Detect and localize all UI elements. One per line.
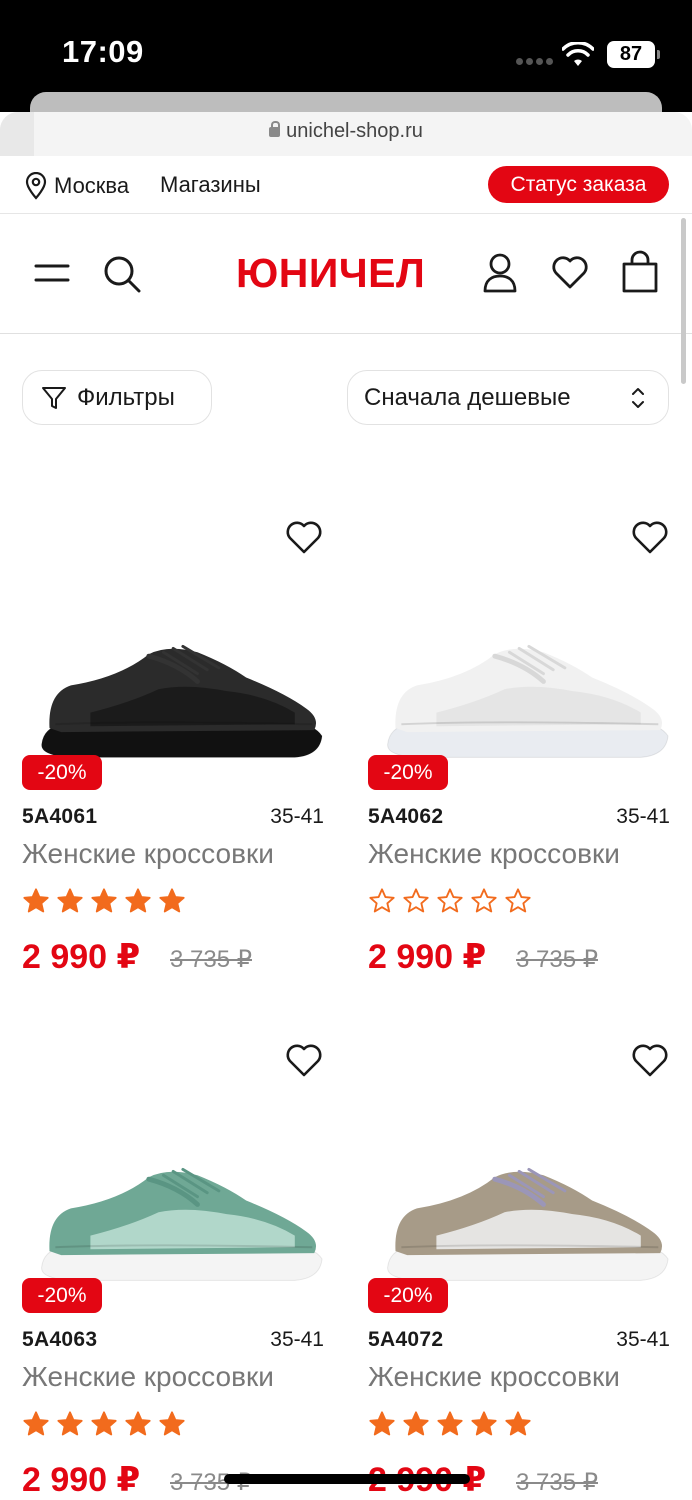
city-selector[interactable]: Москва bbox=[24, 172, 129, 200]
user-icon[interactable] bbox=[482, 252, 518, 294]
filters-button[interactable]: Фильтры bbox=[22, 370, 212, 425]
rating-star-icon bbox=[436, 887, 464, 915]
product-name[interactable]: Женские кроссовки bbox=[368, 1361, 620, 1393]
product-price: 2 990 ₽ bbox=[368, 938, 487, 976]
add-to-favorites-heart-icon[interactable] bbox=[284, 1040, 324, 1080]
battery-indicator: 87 bbox=[607, 41, 660, 68]
city-label: Москва bbox=[54, 173, 130, 198]
rating-star-icon bbox=[56, 1410, 84, 1438]
cellular-signal-icon bbox=[516, 58, 553, 66]
product-image[interactable] bbox=[378, 1156, 670, 1286]
discount-badge: -20% bbox=[22, 755, 102, 790]
page-scrollbar[interactable] bbox=[681, 218, 686, 384]
product-name[interactable]: Женские кроссовки bbox=[22, 1361, 274, 1393]
add-to-favorites-heart-icon[interactable] bbox=[284, 517, 324, 557]
rating-star-icon bbox=[368, 887, 396, 915]
product-old-price: 3 735 ₽ bbox=[516, 946, 598, 973]
filters-label: Фильтры bbox=[77, 383, 175, 411]
wifi-icon bbox=[562, 42, 594, 66]
product-image[interactable] bbox=[32, 633, 324, 763]
product-sku: 5A4063 bbox=[22, 1328, 98, 1351]
product-sizes: 35-41 bbox=[270, 805, 324, 828]
add-to-favorites-heart-icon[interactable] bbox=[630, 517, 670, 557]
product-sku: 5A4061 bbox=[22, 805, 98, 828]
product-old-price: 3 735 ₽ bbox=[516, 1469, 598, 1496]
discount-badge: -20% bbox=[22, 1278, 102, 1313]
product-card[interactable]: -20% 5A4061 35-41 Женские кроссовки 2 99… bbox=[22, 517, 324, 987]
search-icon[interactable] bbox=[102, 254, 142, 294]
rating-star-icon bbox=[402, 1410, 430, 1438]
product-card[interactable]: -20% 5A4072 35-41 Женские кроссовки 2 99… bbox=[368, 1040, 670, 1500]
product-rating bbox=[368, 1410, 532, 1438]
rating-star-icon bbox=[22, 1410, 50, 1438]
rating-star-icon bbox=[470, 1410, 498, 1438]
rating-star-icon bbox=[124, 1410, 152, 1438]
url-text: unichel-shop.ru bbox=[286, 120, 423, 142]
product-price: 2 990 ₽ bbox=[22, 938, 141, 976]
menu-icon[interactable] bbox=[34, 260, 70, 286]
rating-star-icon bbox=[124, 887, 152, 915]
stores-link[interactable]: Магазины bbox=[160, 172, 261, 198]
favorites-heart-icon[interactable] bbox=[550, 254, 590, 290]
product-name[interactable]: Женские кроссовки bbox=[368, 838, 620, 870]
rating-star-icon bbox=[368, 1410, 396, 1438]
funnel-icon bbox=[42, 386, 66, 409]
rating-star-icon bbox=[158, 887, 186, 915]
product-rating bbox=[368, 887, 532, 915]
product-sku: 5A4062 bbox=[368, 805, 444, 828]
product-image[interactable] bbox=[32, 1156, 324, 1286]
status-time: 17:09 bbox=[62, 34, 144, 69]
product-sku: 5A4072 bbox=[368, 1328, 444, 1351]
rating-star-icon bbox=[504, 1410, 532, 1438]
product-rating bbox=[22, 1410, 186, 1438]
rating-star-icon bbox=[436, 1410, 464, 1438]
rating-star-icon bbox=[504, 887, 532, 915]
rating-star-icon bbox=[22, 887, 50, 915]
rating-star-icon bbox=[90, 1410, 118, 1438]
discount-badge: -20% bbox=[368, 1278, 448, 1313]
top-info-bar: Москва Магазины Статус заказа bbox=[0, 156, 692, 214]
sort-label: Сначала дешевые bbox=[364, 383, 571, 411]
product-old-price: 3 735 ₽ bbox=[170, 946, 252, 973]
discount-badge: -20% bbox=[368, 755, 448, 790]
product-name[interactable]: Женские кроссовки bbox=[22, 838, 274, 870]
rating-star-icon bbox=[158, 1410, 186, 1438]
product-sizes: 35-41 bbox=[616, 805, 670, 828]
product-rating bbox=[22, 887, 186, 915]
rating-star-icon bbox=[470, 887, 498, 915]
home-indicator[interactable] bbox=[224, 1474, 470, 1484]
rating-star-icon bbox=[56, 887, 84, 915]
url-text-container[interactable]: unichel-shop.ru bbox=[0, 120, 692, 143]
chevron-up-down-icon bbox=[632, 388, 644, 408]
rating-star-icon bbox=[90, 887, 118, 915]
product-price: 2 990 ₽ bbox=[22, 1461, 141, 1499]
product-sizes: 35-41 bbox=[616, 1328, 670, 1351]
location-pin-icon bbox=[25, 172, 47, 200]
lock-icon bbox=[269, 121, 281, 137]
sort-select[interactable]: Сначала дешевые bbox=[347, 370, 669, 425]
order-status-button[interactable]: Статус заказа bbox=[488, 166, 669, 203]
shopping-bag-icon[interactable] bbox=[620, 250, 660, 294]
site-header: ЮНИЧЕЛ bbox=[0, 214, 692, 334]
product-card[interactable]: -20% 5A4063 35-41 Женские кроссовки 2 99… bbox=[22, 1040, 324, 1500]
site-logo[interactable]: ЮНИЧЕЛ bbox=[236, 250, 425, 297]
product-image[interactable] bbox=[378, 633, 670, 763]
rating-star-icon bbox=[402, 887, 430, 915]
add-to-favorites-heart-icon[interactable] bbox=[630, 1040, 670, 1080]
product-card[interactable]: -20% 5A4062 35-41 Женские кроссовки 2 99… bbox=[368, 517, 670, 987]
product-sizes: 35-41 bbox=[270, 1328, 324, 1351]
